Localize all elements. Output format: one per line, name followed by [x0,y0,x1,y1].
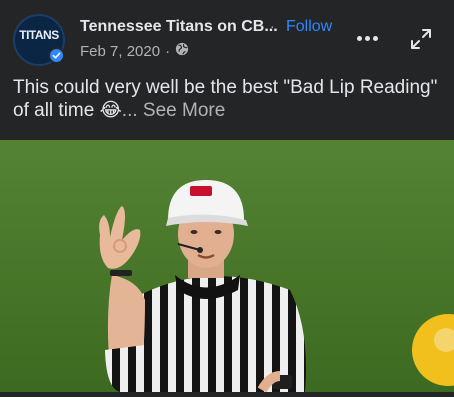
post-meta: Feb 7, 2020 · [80,42,189,60]
meta-separator: · [165,42,171,60]
post-media[interactable] [0,140,454,392]
follow-button[interactable]: Follow [286,18,332,36]
referee-video-frame [0,140,454,392]
post-date[interactable]: Feb 7, 2020 [80,43,160,60]
header-separator: · [270,18,275,34]
avatar-wordmark: TITANS [19,28,59,42]
post-caption: This could very well be the best "Bad Li… [13,76,445,122]
expand-icon[interactable] [408,26,434,52]
more-options-icon[interactable] [352,28,382,48]
see-more-link[interactable]: ... See More [122,100,226,121]
laughing-emoji-icon: 😂 [99,100,122,121]
verified-badge-icon [48,47,65,64]
author-name[interactable]: Tennessee Titans on CB... [80,18,278,36]
post-card: TITANS Tennessee Titans on CB... · Follo… [0,0,454,397]
globe-icon [175,42,189,60]
